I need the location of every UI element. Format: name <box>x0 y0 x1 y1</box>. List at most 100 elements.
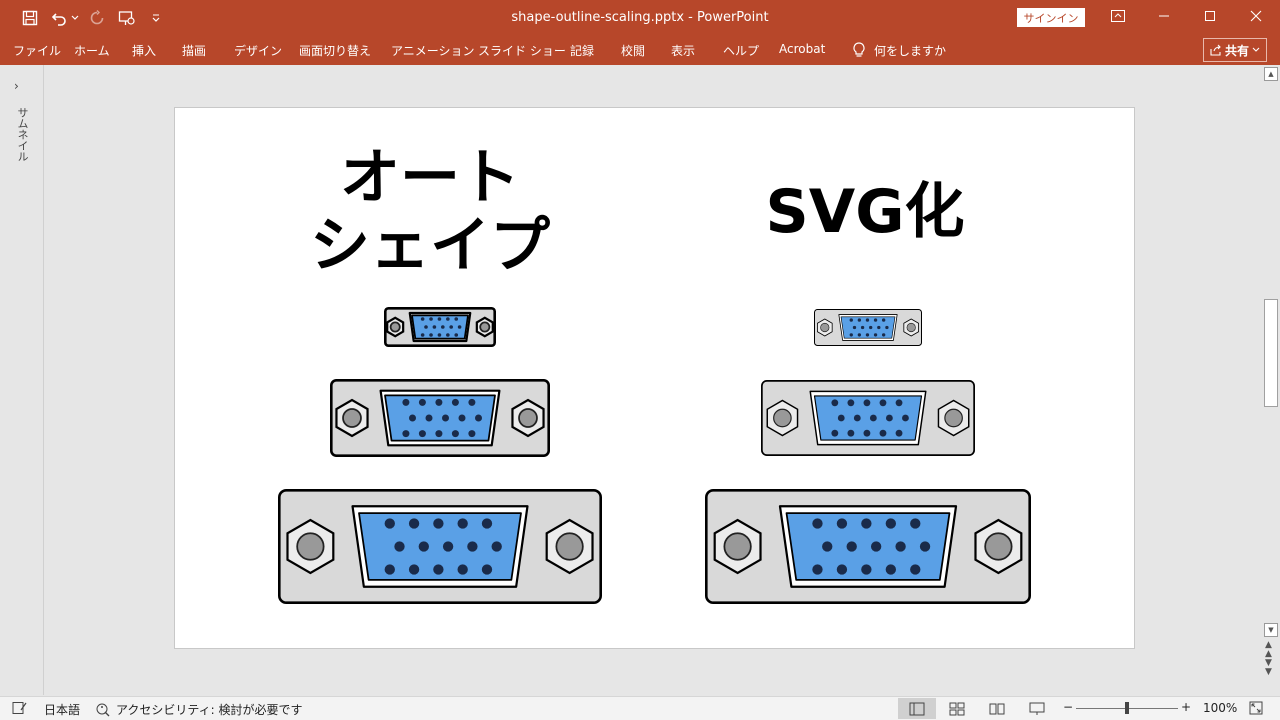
connector-pin <box>879 429 887 437</box>
tab-transitions[interactable]: 画面切り替え <box>299 42 371 59</box>
connector-pin <box>458 414 466 422</box>
tab-acrobat[interactable]: Acrobat <box>779 42 825 56</box>
connector-pin <box>481 564 493 575</box>
zoom-level[interactable]: 100% <box>1203 701 1237 715</box>
customize-qat-icon[interactable] <box>150 0 162 36</box>
vga-connector-svg-large[interactable] <box>704 488 1031 605</box>
connector-pin <box>865 333 870 337</box>
connector-pin <box>441 325 445 329</box>
connector-pin <box>451 430 459 438</box>
heading-autoshape[interactable]: オート シェイプ <box>285 144 575 280</box>
tab-help[interactable]: ヘルプ <box>723 42 759 59</box>
connector-pin <box>836 564 848 575</box>
connector-pin <box>852 325 857 330</box>
heading-svg[interactable]: SVG化 <box>735 178 995 246</box>
thumbnail-expand-icon[interactable]: › <box>14 79 19 93</box>
scroll-up-icon[interactable]: ▲ <box>1264 67 1278 81</box>
previous-slide-icon[interactable]: ▲ ▲ <box>1265 641 1272 659</box>
screw-hole <box>723 532 752 561</box>
vga-connector-autoshape-large[interactable] <box>277 488 602 605</box>
zoom-out-button[interactable]: − <box>1063 700 1073 714</box>
tab-slideshow[interactable]: スライド ショー <box>478 42 566 59</box>
connector-pin <box>424 325 428 329</box>
tab-insert[interactable]: 挿入 <box>132 42 156 59</box>
language-status[interactable]: 日本語 <box>44 701 80 718</box>
sign-in-button[interactable]: サインイン <box>1017 8 1085 27</box>
connector-pin <box>454 333 459 337</box>
tab-record[interactable]: 記録 <box>570 42 594 59</box>
heading-autoshape-line1: オート <box>340 143 520 213</box>
tell-me-search[interactable]: 何をしますか <box>852 40 946 60</box>
zoom-slider-handle[interactable] <box>1125 702 1129 714</box>
connector-pin <box>418 398 426 406</box>
connector-pin <box>869 325 873 330</box>
scroll-thumb[interactable] <box>1264 299 1278 407</box>
slide-sorter-view-icon[interactable] <box>938 698 976 719</box>
undo-icon[interactable] <box>50 0 68 36</box>
connector-pin <box>836 518 848 529</box>
tab-review[interactable]: 校閲 <box>621 42 645 59</box>
zoom-in-button[interactable]: + <box>1181 700 1191 714</box>
screw-hole <box>984 532 1013 561</box>
reading-view-icon[interactable] <box>978 698 1016 719</box>
connector-pin <box>435 430 443 438</box>
notes-status-icon[interactable] <box>12 701 28 715</box>
slideshow-view-icon[interactable] <box>1018 698 1056 719</box>
tell-me-label: 何をしますか <box>874 43 947 58</box>
connector-pin <box>822 541 833 552</box>
connector-pin <box>491 541 502 552</box>
ribbon-display-options-icon[interactable] <box>1095 0 1141 32</box>
minimize-icon[interactable] <box>1141 0 1187 32</box>
connector-pin <box>457 518 468 529</box>
accessibility-status[interactable]: アクセシビリティ: 検討が必要です <box>96 701 303 718</box>
connector-pin <box>418 541 429 552</box>
tab-home[interactable]: ホーム <box>74 42 110 59</box>
vga-connector-svg-small[interactable] <box>814 309 922 346</box>
share-button[interactable]: 共有 <box>1203 38 1267 62</box>
tab-design[interactable]: デザイン <box>234 42 282 59</box>
connector-pin <box>433 564 444 575</box>
connector-pin <box>451 398 459 406</box>
fit-to-window-icon[interactable] <box>1249 701 1263 715</box>
vertical-scrollbar[interactable]: ▲ ▼ ▲ ▲ ▼ ▼ <box>1262 65 1280 695</box>
connector-pin <box>449 325 453 329</box>
normal-view-icon[interactable] <box>898 698 936 719</box>
connector-pin <box>437 317 442 321</box>
connector-pin <box>457 564 468 575</box>
vga-connector-autoshape-small[interactable] <box>383 306 497 348</box>
connector-pin <box>873 333 878 337</box>
next-slide-icon[interactable]: ▼ ▼ <box>1265 659 1272 677</box>
connector-pin <box>468 430 476 438</box>
tab-animations[interactable]: アニメーション <box>391 42 475 59</box>
connector-pin <box>468 398 476 406</box>
connector-pin <box>441 414 450 422</box>
connector-pin <box>881 333 886 337</box>
connector-pin <box>853 414 861 422</box>
accessibility-label: アクセシビリティ: 検討が必要です <box>116 703 303 717</box>
maximize-icon[interactable] <box>1187 0 1233 32</box>
tab-draw[interactable]: 描画 <box>182 42 206 59</box>
screw-hole <box>555 532 584 561</box>
screw-hole <box>773 408 792 428</box>
vga-connector-svg-medium[interactable] <box>761 380 975 456</box>
undo-dropdown-icon[interactable] <box>70 0 80 36</box>
present-from-start-icon[interactable] <box>116 0 138 36</box>
save-icon[interactable] <box>18 0 42 36</box>
thumbnail-label[interactable]: サムネイル <box>14 107 30 162</box>
redo-icon[interactable] <box>88 0 106 36</box>
vga-connector-autoshape-medium[interactable] <box>329 378 550 458</box>
connector-pin <box>861 564 872 575</box>
vga-connector-graphic <box>329 378 550 458</box>
connector-pin <box>437 333 442 337</box>
slide-canvas[interactable]: オート シェイプ SVG化 <box>174 107 1135 649</box>
title-bar: shape-outline-scaling.pptx - PowerPoint … <box>0 0 1280 36</box>
heading-autoshape-line2: シェイプ <box>310 211 550 281</box>
connector-pin <box>910 564 921 575</box>
close-icon[interactable] <box>1233 0 1279 32</box>
scroll-down-icon[interactable]: ▼ <box>1264 623 1278 637</box>
tab-file[interactable]: ファイル <box>13 42 61 59</box>
lightbulb-icon <box>853 42 865 57</box>
tab-view[interactable]: 表示 <box>671 42 695 59</box>
connector-pin <box>481 518 493 529</box>
screw-hole <box>479 321 491 333</box>
